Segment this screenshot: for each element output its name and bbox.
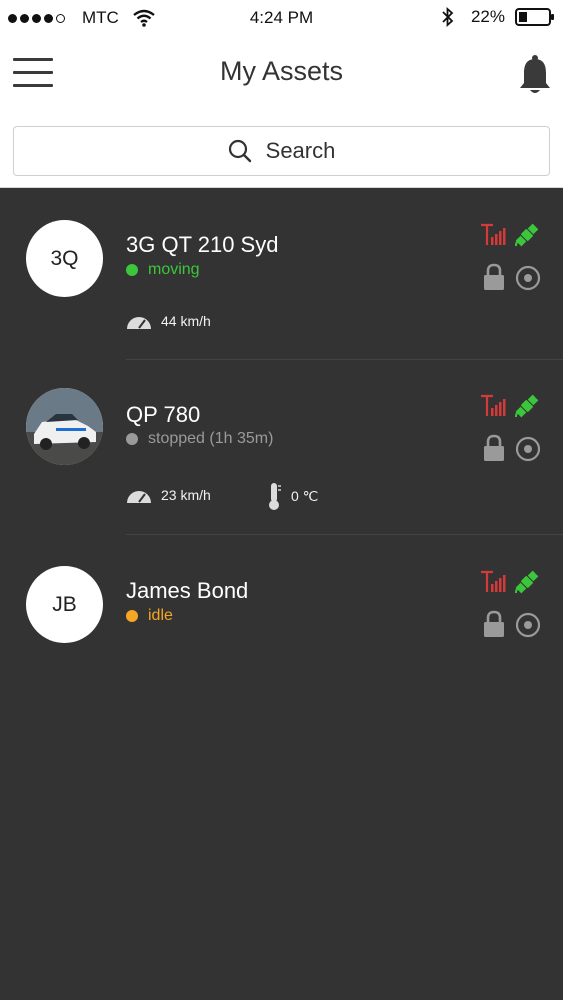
speed-metric: 23 km/h — [126, 486, 211, 504]
asset-item[interactable]: 3Q 3G QT 210 Syd moving 44 km/h — [0, 189, 563, 360]
asset-item[interactable]: JB James Bond idle — [0, 535, 563, 761]
asset-status: stopped (1h 35m) — [126, 430, 273, 448]
asset-indicators — [479, 223, 541, 295]
asset-indicators — [479, 570, 541, 642]
asset-indicators — [479, 394, 541, 466]
gps-satellite-icon — [515, 570, 539, 594]
speed-value: 44 km/h — [161, 313, 211, 329]
speed-metric: 44 km/h — [126, 312, 211, 330]
thermometer-icon — [269, 483, 281, 510]
battery-percentage: 22% — [470, 7, 505, 26]
asset-status: idle — [126, 607, 173, 625]
gps-satellite-icon — [515, 223, 539, 247]
status-dot — [126, 610, 138, 622]
status-bar: MTC 4:24 PM 22% — [0, 0, 563, 34]
page-title: My Assets — [219, 56, 344, 86]
temperature-metric: 0 ℃ — [266, 481, 318, 511]
status-text: moving — [148, 261, 200, 278]
lock-icon — [484, 610, 504, 637]
search-bar[interactable]: Search — [13, 126, 550, 176]
notification-bell-icon[interactable] — [517, 54, 553, 96]
lock-icon — [484, 263, 504, 290]
asset-item[interactable]: QP 780 stopped (1h 35m) 23 km/h 0 ℃ — [0, 360, 563, 535]
battery-icon — [515, 8, 554, 26]
gsm-signal-icon — [481, 570, 506, 592]
bluetooth-icon — [442, 7, 454, 27]
gps-satellite-icon — [515, 394, 539, 418]
lock-icon — [484, 434, 504, 461]
target-icon — [515, 612, 541, 638]
asset-avatar — [26, 388, 103, 465]
app-header: My Assets Search — [0, 34, 563, 188]
status-dot — [126, 264, 138, 276]
target-icon — [515, 265, 541, 291]
asset-name: QP 780 — [126, 402, 201, 427]
status-text: stopped (1h 35m) — [148, 430, 274, 447]
asset-name: James Bond — [126, 578, 249, 603]
gsm-signal-icon — [481, 394, 506, 416]
status-right: 22% — [441, 7, 555, 27]
target-icon — [515, 436, 541, 462]
avatar-initials: JB — [52, 592, 77, 616]
speedometer-icon — [127, 317, 151, 329]
speedometer-icon — [127, 491, 151, 503]
asset-name: 3G QT 210 Syd — [126, 232, 279, 257]
asset-avatar: 3Q — [26, 220, 103, 297]
asset-status: moving — [126, 261, 200, 279]
avatar-initials: 3Q — [50, 246, 79, 270]
search-label: Search — [265, 138, 336, 163]
status-text: idle — [148, 607, 173, 624]
status-dot — [126, 433, 138, 445]
search-icon — [228, 139, 251, 163]
gsm-signal-icon — [481, 223, 506, 245]
speed-value: 23 km/h — [161, 487, 211, 503]
asset-avatar: JB — [26, 566, 103, 643]
temperature-value: 0 ℃ — [291, 487, 319, 504]
car-photo — [26, 388, 103, 465]
